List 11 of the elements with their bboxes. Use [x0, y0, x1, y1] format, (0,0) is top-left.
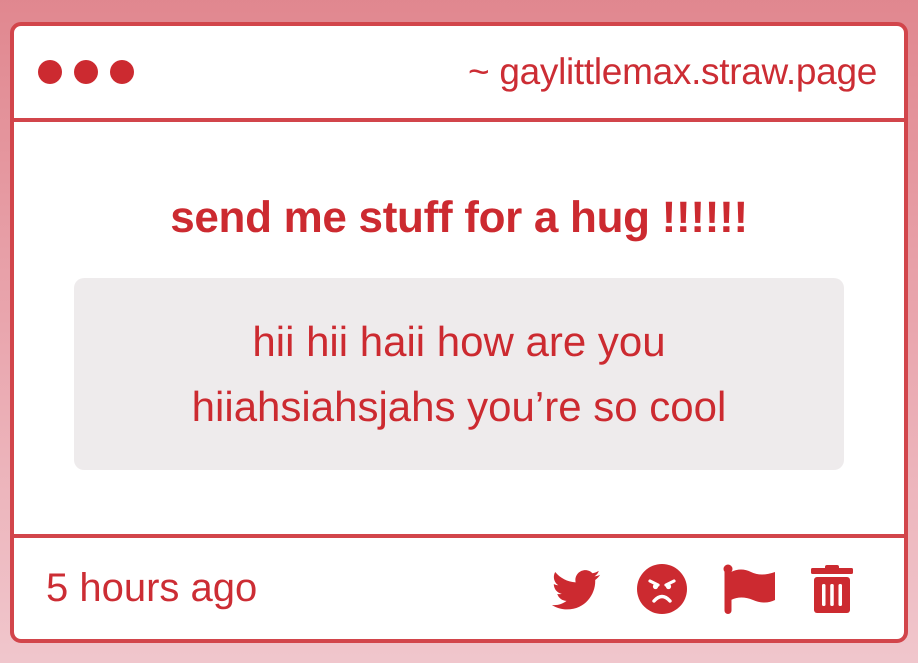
- flag-icon[interactable]: [723, 564, 775, 614]
- dot-icon: [110, 60, 134, 84]
- timestamp: 5 hours ago: [46, 566, 258, 611]
- prompt-title: send me stuff for a hug !!!!!!: [170, 196, 748, 240]
- dot-icon: [74, 60, 98, 84]
- message-text: hii hii haii how are you hiiahsiahsjahs you’re so cool: [74, 278, 844, 470]
- bird-icon[interactable]: [551, 568, 601, 610]
- trash-icon[interactable]: [811, 564, 853, 612]
- page-address: ~ gaylittlemax.straw.page: [468, 51, 877, 93]
- angry-face-icon[interactable]: [637, 564, 687, 614]
- dot-icon: [38, 60, 62, 84]
